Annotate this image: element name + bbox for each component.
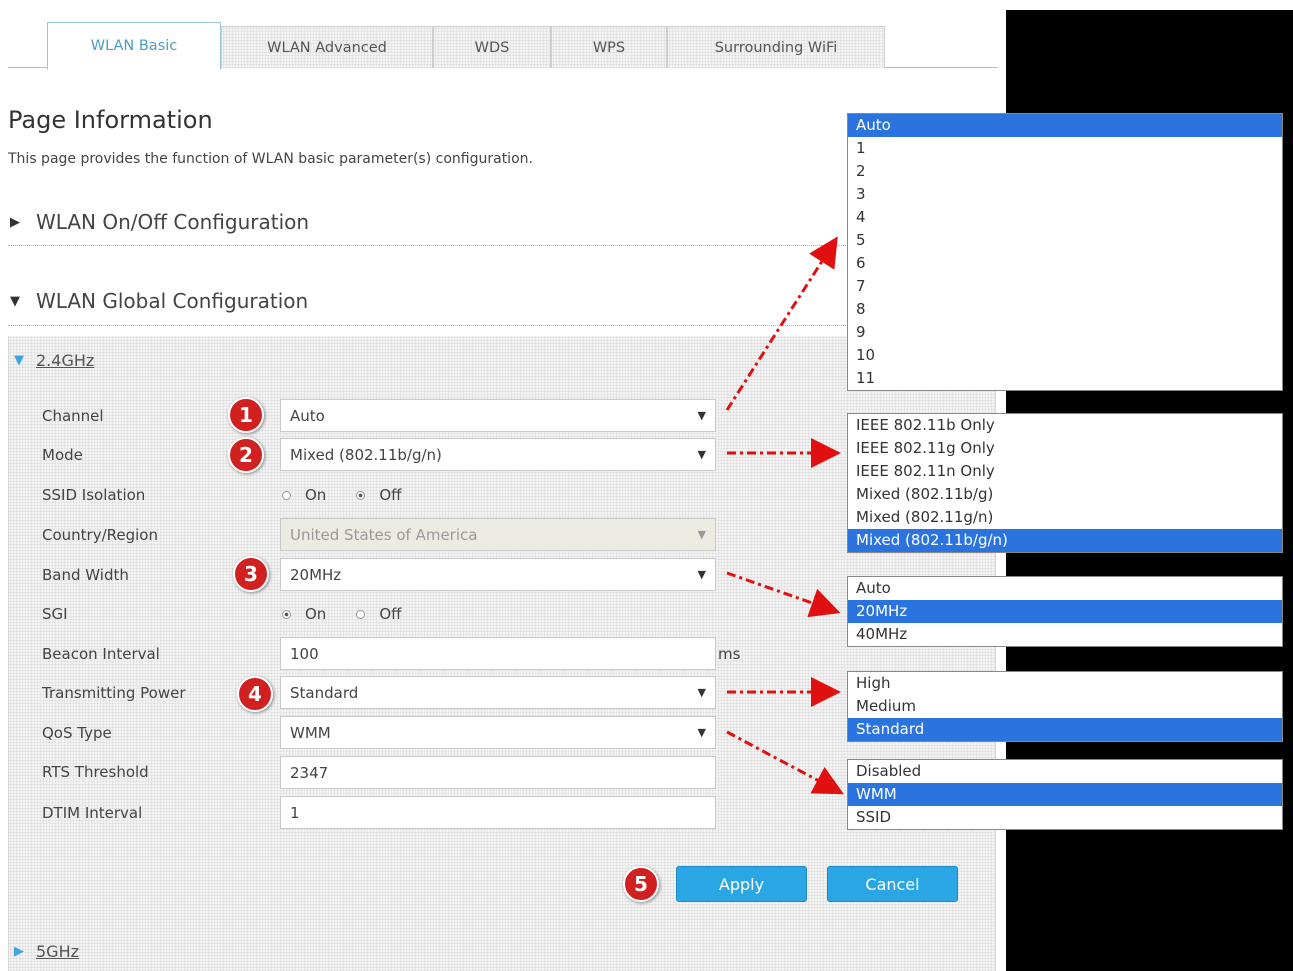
annotation-arrows [725,236,844,795]
arrow-to-bandwidth-list [726,571,841,618]
tab-label: WLAN Basic [90,38,178,54]
tab-wlan-basic[interactable]: WLAN Basic [47,22,221,70]
arrow-to-qos-list [726,730,844,795]
arrow-to-channel-list [725,236,838,411]
